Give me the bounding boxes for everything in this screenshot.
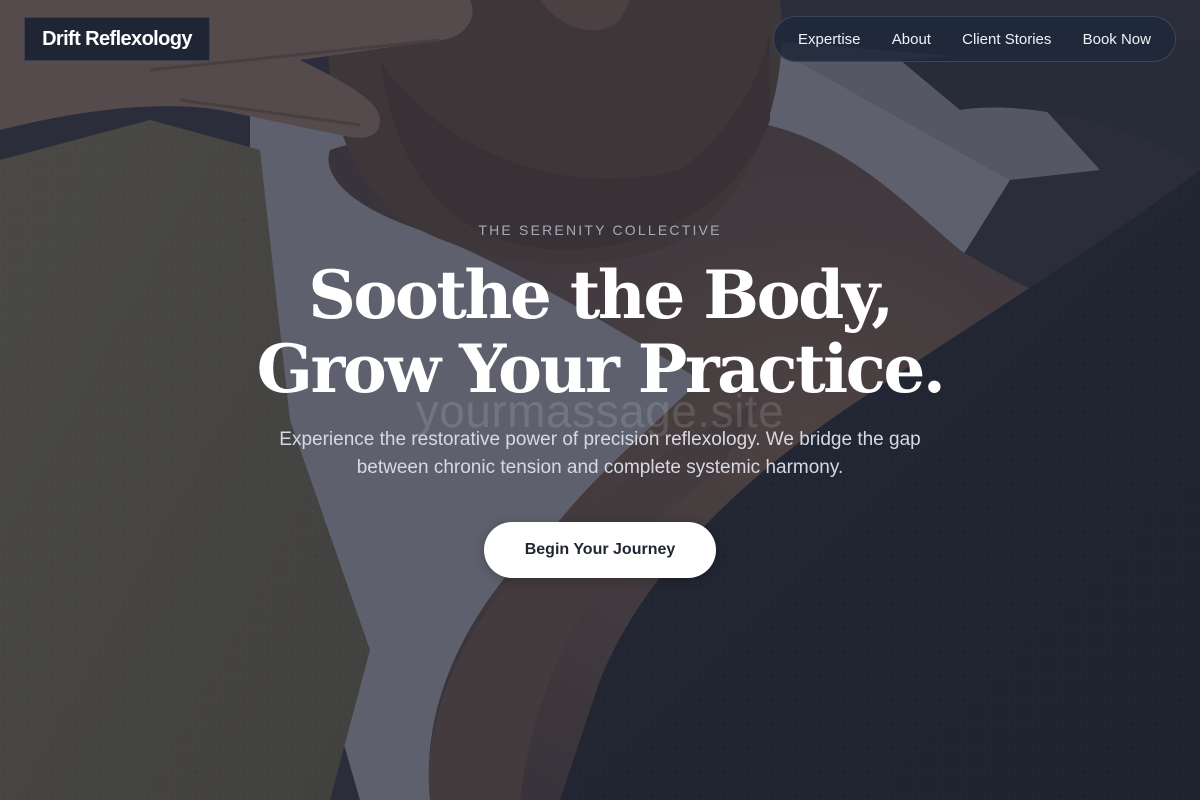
nav-item-expertise[interactable]: Expertise	[798, 31, 861, 48]
hero-eyebrow: THE SERENITY COLLECTIVE	[478, 222, 722, 238]
nav-item-client-stories[interactable]: Client Stories	[962, 31, 1051, 48]
hero-headline-line-1: Soothe the Body,	[308, 256, 894, 334]
nav-item-book-now[interactable]: Book Now	[1083, 31, 1151, 48]
nav-item-about[interactable]: About	[892, 31, 931, 48]
brand-logo[interactable]: Drift Reflexology	[24, 17, 210, 61]
main-nav: Expertise About Client Stories Book Now	[773, 16, 1176, 62]
begin-journey-button[interactable]: Begin Your Journey	[484, 522, 716, 578]
hero-subtitle: Experience the restorative power of prec…	[279, 429, 921, 478]
